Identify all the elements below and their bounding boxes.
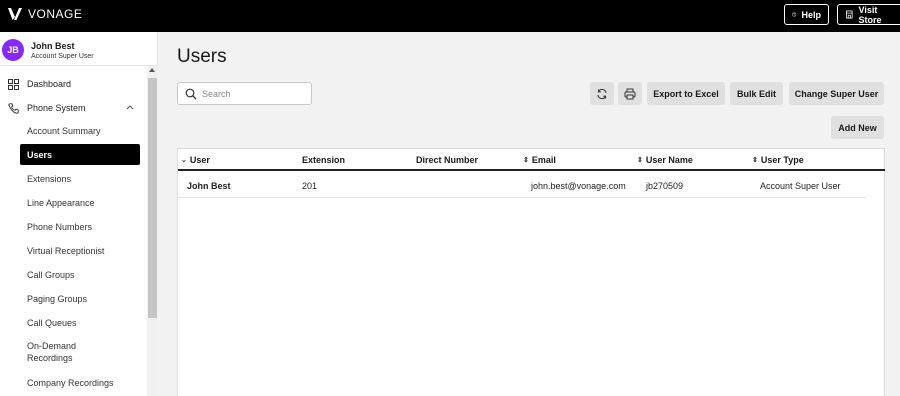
dashboard-grid-icon — [8, 79, 19, 90]
avatar: JB — [2, 39, 24, 61]
brand-name: VONAGE — [28, 7, 83, 21]
sidebar: JB John Best Account Super User Dashboar… — [0, 32, 158, 396]
help-label: Help — [801, 9, 821, 20]
page-title: Users — [177, 46, 227, 67]
sort-icon: ⇕ — [523, 157, 529, 164]
visit-store-label: Visit Store — [858, 4, 882, 25]
bulk-edit-button[interactable]: Bulk Edit — [730, 82, 783, 105]
sidebar-item-extensions[interactable]: Extensions — [27, 173, 140, 185]
sidebar-item-company-recordings[interactable]: Company Recordings — [27, 377, 140, 389]
search-icon — [185, 88, 197, 100]
top-bar: VONAGE Help Visit Store — [0, 0, 900, 32]
phone-icon — [8, 103, 19, 114]
sidebar-item-on-demand-recordings[interactable]: On-Demand Recordings — [27, 340, 97, 364]
sort-desc-icon: ⌄ — [181, 157, 187, 164]
column-header-direct-number[interactable]: Direct Number — [416, 155, 478, 165]
sidebar-item-phone-numbers[interactable]: Phone Numbers — [27, 221, 140, 233]
print-button[interactable] — [618, 82, 642, 105]
cell-user[interactable]: John Best — [187, 181, 231, 191]
cell-user-type: Account Super User — [760, 181, 841, 191]
user-name: John Best — [31, 41, 75, 51]
column-header-user[interactable]: ⌄ User — [181, 155, 210, 165]
table-row[interactable]: John Best 201 john.best@vonage.com jb270… — [178, 173, 866, 198]
scrollbar-thumb[interactable] — [148, 78, 157, 318]
vonage-v-icon — [8, 8, 22, 20]
sidebar-item-label: Phone System — [27, 103, 86, 113]
cell-user-name: jb270509 — [646, 181, 684, 191]
sidebar-item-call-groups[interactable]: Call Groups — [27, 269, 140, 281]
chevron-up-icon[interactable] — [126, 104, 134, 110]
cell-extension: 201 — [302, 181, 318, 191]
sidebar-item-line-appearance[interactable]: Line Appearance — [27, 197, 140, 209]
sidebar-item-paging-groups[interactable]: Paging Groups — [27, 293, 140, 305]
refresh-button[interactable] — [590, 82, 614, 105]
sort-icon: ⇕ — [752, 157, 758, 164]
vonage-logo[interactable]: VONAGE — [8, 7, 82, 21]
sidebar-item-call-queues[interactable]: Call Queues — [27, 317, 140, 329]
visit-store-button[interactable]: Visit Store — [837, 4, 900, 25]
user-card[interactable]: JB John Best Account Super User — [0, 32, 158, 66]
add-new-button[interactable]: Add New — [831, 116, 884, 139]
printer-icon — [624, 88, 636, 99]
column-header-email[interactable]: ⇕ Email — [523, 155, 556, 165]
table-header: ⌄ User Extension Direct Number ⇕ Email ⇕… — [178, 149, 885, 171]
sort-icon: ⇕ — [637, 157, 643, 164]
question-circle-icon — [792, 12, 797, 17]
sidebar-item-users[interactable]: Users — [20, 144, 140, 165]
scroll-up-arrow-icon[interactable] — [149, 68, 155, 72]
column-header-user-name[interactable]: ⇕ User Name — [637, 155, 693, 165]
sidebar-item-virtual-receptionist[interactable]: Virtual Receptionist — [27, 245, 140, 257]
column-header-extension[interactable]: Extension — [302, 155, 345, 165]
sidebar-item-account-summary[interactable]: Account Summary — [27, 125, 140, 137]
help-button[interactable]: Help — [784, 4, 829, 25]
export-to-excel-button[interactable]: Export to Excel — [647, 82, 725, 105]
sidebar-scrollbar[interactable] — [147, 66, 158, 396]
search-box[interactable] — [177, 82, 312, 105]
change-super-user-button[interactable]: Change Super User — [789, 82, 884, 105]
store-icon — [846, 10, 853, 19]
column-header-user-type[interactable]: ⇕ User Type — [752, 155, 804, 165]
users-table: ⌄ User Extension Direct Number ⇕ Email ⇕… — [177, 148, 885, 396]
cell-email: john.best@vonage.com — [531, 181, 626, 191]
user-role: Account Super User — [31, 53, 94, 60]
sidebar-item-dashboard[interactable]: Dashboard — [0, 74, 146, 94]
refresh-icon — [597, 88, 607, 99]
search-input[interactable] — [202, 87, 302, 101]
sidebar-item-phone-system[interactable]: Phone System — [0, 98, 146, 118]
sidebar-item-label: Dashboard — [27, 79, 72, 89]
